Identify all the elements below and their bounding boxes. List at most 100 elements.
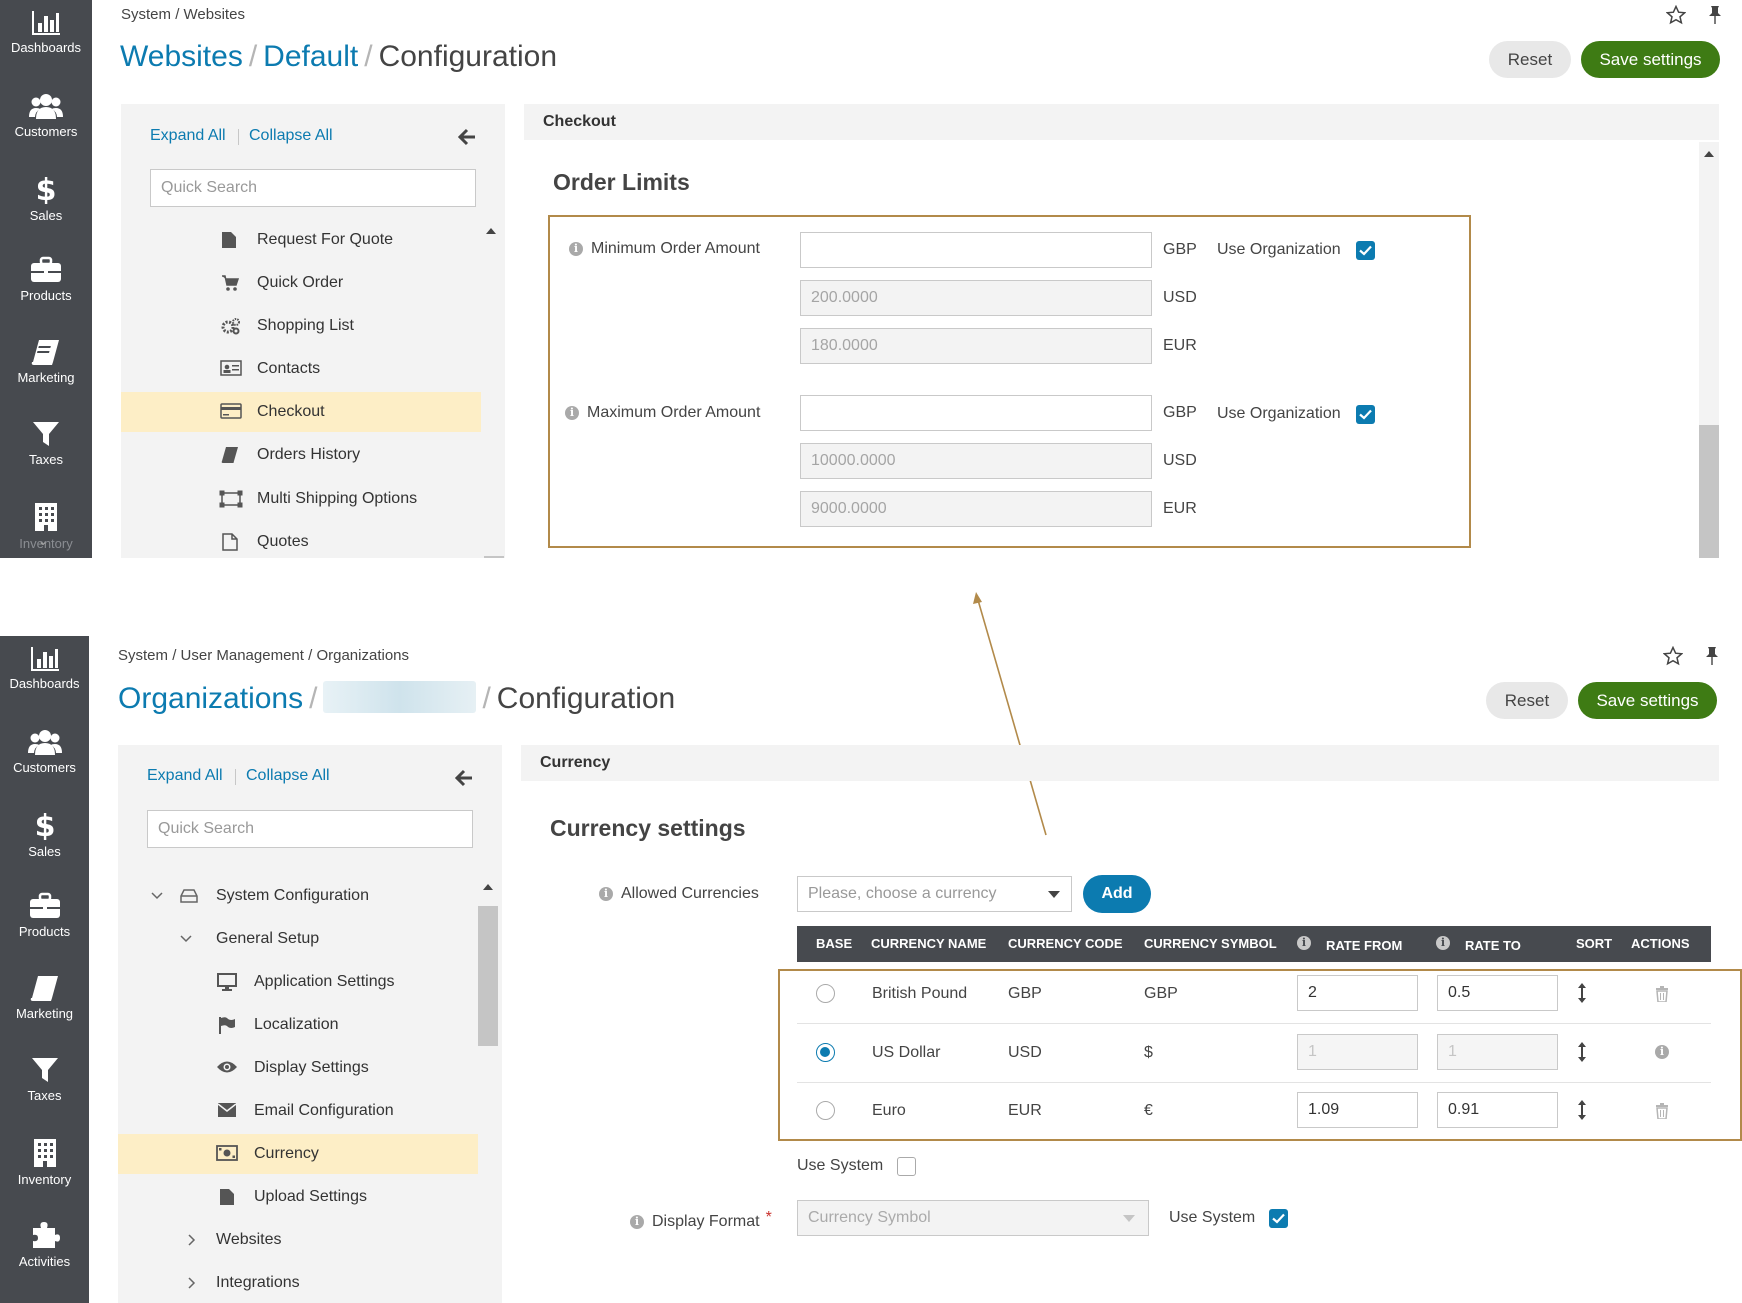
tree-item-application-settings[interactable]: Application Settings	[118, 962, 478, 1002]
rate-from-input[interactable]: 2	[1297, 975, 1418, 1011]
add-currency-button[interactable]: Add	[1083, 875, 1151, 913]
rate-to-input[interactable]: 1	[1437, 1034, 1558, 1070]
sort-icon[interactable]	[1578, 983, 1586, 1003]
chevron-down-icon[interactable]	[151, 892, 163, 900]
nav-products[interactable]: Products	[0, 882, 89, 964]
nav-customers[interactable]: Customers	[0, 718, 89, 800]
info-icon[interactable]: i	[1297, 936, 1311, 950]
breadcrumb-item[interactable]: User Management	[181, 647, 304, 664]
base-currency-radio[interactable]	[816, 1101, 835, 1120]
scroll-thumb[interactable]	[484, 556, 504, 558]
reset-button[interactable]: Reset	[1486, 682, 1568, 719]
rate-from-input[interactable]: 1.09	[1297, 1092, 1418, 1128]
arrow-left-icon[interactable]	[458, 128, 476, 146]
max-amount-eur-input[interactable]: 9000.0000	[800, 491, 1152, 527]
tree-item-display-settings[interactable]: Display Settings	[118, 1048, 478, 1088]
nav-products[interactable]: Products	[0, 246, 92, 328]
tree-item-multi-shipping-options[interactable]: Multi Shipping Options	[121, 479, 481, 519]
min-amount-eur-input[interactable]: 180.0000	[800, 328, 1152, 364]
breadcrumb-item[interactable]: System	[118, 647, 168, 664]
content-scrollbar[interactable]	[1699, 142, 1719, 558]
breadcrumb-item[interactable]: Organizations	[316, 647, 409, 664]
sort-icon[interactable]	[1578, 1042, 1586, 1062]
arrow-left-icon[interactable]	[455, 769, 473, 787]
info-icon[interactable]: i	[630, 1215, 644, 1229]
expand-all-link[interactable]: Expand All	[147, 767, 223, 785]
base-currency-radio[interactable]	[816, 984, 835, 1003]
tree-scrollbar[interactable]	[481, 220, 504, 558]
scroll-up-icon[interactable]	[486, 228, 496, 234]
pin-icon[interactable]	[1707, 5, 1723, 25]
save-settings-button[interactable]: Save settings	[1581, 41, 1720, 78]
nav-inventory[interactable]: Inventory	[0, 1128, 89, 1210]
tree-item-contacts[interactable]: Contacts	[121, 349, 481, 389]
rate-from-input[interactable]: 1	[1297, 1034, 1418, 1070]
tree-item-integrations[interactable]: Integrations	[118, 1263, 478, 1303]
collapse-all-link[interactable]: Collapse All	[246, 767, 330, 785]
rate-to-input[interactable]: 0.91	[1437, 1092, 1558, 1128]
title-link-organizations[interactable]: Organizations	[118, 682, 303, 715]
nav-sales[interactable]: $ Sales	[0, 164, 92, 246]
tree-item-quick-order[interactable]: Quick Order	[121, 263, 481, 303]
tree-item-system-configuration[interactable]: System Configuration	[118, 876, 478, 916]
min-amount-usd-input[interactable]: 200.0000	[800, 280, 1152, 316]
collapse-all-link[interactable]: Collapse All	[249, 127, 333, 145]
trash-icon[interactable]	[1655, 1103, 1669, 1119]
nav-customers[interactable]: Customers	[0, 82, 92, 164]
tree-item-shopping-list[interactable]: Shopping List	[121, 306, 481, 346]
save-settings-button[interactable]: Save settings	[1578, 682, 1717, 719]
tree-item-request-for-quote[interactable]: Request For Quote	[121, 220, 481, 260]
breadcrumb-item[interactable]: Websites	[184, 6, 245, 23]
tree-item-localization[interactable]: Localization	[118, 1005, 478, 1045]
tree-item-checkout[interactable]: Checkout	[121, 392, 481, 432]
quick-search-input[interactable]: Quick Search	[150, 169, 476, 207]
chevron-right-icon[interactable]	[188, 1277, 196, 1289]
sort-icon[interactable]	[1578, 1100, 1586, 1120]
title-link-websites[interactable]: Websites	[120, 40, 243, 73]
currency-select[interactable]: Please, choose a currency	[797, 876, 1072, 912]
rate-to-input[interactable]: 0.5	[1437, 975, 1558, 1011]
tree-item-orders-history[interactable]: Orders History	[121, 435, 481, 475]
tree-item-quotes[interactable]: Quotes	[121, 522, 481, 558]
pin-icon[interactable]	[1704, 646, 1720, 666]
tree-item-general-setup[interactable]: General Setup	[118, 919, 478, 959]
use-organization-checkbox[interactable]	[1356, 405, 1375, 424]
breadcrumb-item[interactable]: System	[121, 6, 171, 23]
info-icon[interactable]: i	[569, 242, 583, 256]
star-icon[interactable]	[1666, 5, 1686, 25]
nav-dashboards[interactable]: Dashboards	[0, 0, 92, 82]
tree-item-currency[interactable]: Currency	[118, 1134, 478, 1174]
reset-button[interactable]: Reset	[1489, 41, 1571, 78]
nav-taxes[interactable]: Taxes	[0, 1046, 89, 1128]
quick-search-input[interactable]: Quick Search	[147, 810, 473, 848]
title-link-default[interactable]: Default	[263, 40, 358, 73]
base-currency-radio[interactable]	[816, 1043, 835, 1062]
nav-taxes[interactable]: Taxes	[0, 410, 92, 492]
use-system-checkbox[interactable]	[897, 1157, 916, 1176]
nav-marketing[interactable]: Marketing	[0, 328, 92, 410]
tree-item-email-configuration[interactable]: Email Configuration	[118, 1091, 478, 1131]
nav-inventory[interactable]: Inventory	[0, 492, 92, 558]
trash-icon[interactable]	[1655, 986, 1669, 1002]
min-amount-gbp-input[interactable]	[800, 232, 1152, 268]
chevron-down-icon[interactable]: ⌄	[38, 534, 48, 548]
nav-marketing[interactable]: Marketing	[0, 964, 89, 1046]
max-amount-gbp-input[interactable]	[800, 395, 1152, 431]
scroll-up-icon[interactable]	[1704, 151, 1714, 157]
chevron-down-icon[interactable]	[180, 935, 192, 943]
tree-item-websites[interactable]: Websites	[118, 1220, 478, 1260]
nav-activities[interactable]: Activities	[0, 1210, 89, 1292]
tree-item-upload-settings[interactable]: Upload Settings	[118, 1177, 478, 1217]
use-organization-checkbox[interactable]	[1356, 241, 1375, 260]
expand-all-link[interactable]: Expand All	[150, 127, 226, 145]
redacted-organization-name[interactable]	[323, 681, 477, 713]
tree-scrollbar[interactable]	[478, 876, 498, 1303]
info-icon[interactable]: i	[1655, 1045, 1669, 1059]
scroll-up-icon[interactable]	[483, 884, 493, 890]
nav-sales[interactable]: $ Sales	[0, 800, 89, 882]
info-icon[interactable]: i	[599, 887, 613, 901]
scroll-thumb[interactable]	[1699, 425, 1719, 558]
chevron-right-icon[interactable]	[188, 1234, 196, 1246]
use-system-checkbox[interactable]	[1269, 1209, 1288, 1228]
display-format-select[interactable]: Currency Symbol	[797, 1200, 1149, 1236]
